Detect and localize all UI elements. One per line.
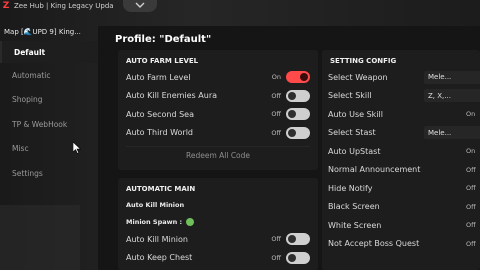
auto-second-sea-toggle[interactable] [286, 108, 310, 121]
setting-row-auto-upstast[interactable]: Auto UpStast On [322, 142, 480, 161]
setting-row-select-weapon: Select Weapon Mele... [322, 68, 480, 87]
toggle-row-auto-farm-level: Auto Farm Level On [118, 68, 318, 87]
auto-kill-enemies-aura-toggle[interactable] [286, 89, 310, 102]
toggle-label: Auto Keep Chest [126, 253, 193, 263]
setting-label: Select Skill [328, 91, 372, 101]
minion-spawn-label: Minion Spawn : [126, 217, 183, 226]
toggle-label: Auto Farm Level [126, 72, 191, 82]
auto-farm-section: AUTO FARM LEVEL Auto Farm Level On Auto … [118, 50, 318, 170]
toggle-ui-button[interactable] [123, 0, 157, 12]
toggle-label: Auto Kill Minion [126, 234, 188, 244]
sidebar-item-settings[interactable]: Settings [0, 161, 98, 186]
setting-label: Not Accept Boss Quest [328, 239, 420, 249]
auto-farm-level-toggle[interactable] [286, 71, 310, 84]
toggle-state: Off [271, 91, 281, 100]
sidebar-item-tp-webhook[interactable]: TP & WebHook [0, 112, 98, 137]
setting-row-black-screen[interactable]: Black Screen Off [322, 198, 480, 217]
select-weapon-dropdown[interactable]: Mele... [424, 70, 480, 84]
toggle-row-auto-third-world: Auto Third World Off [118, 124, 318, 143]
toggle-label: Auto Kill Enemies Aura [126, 91, 218, 101]
toggle-row-auto-second-sea: Auto Second Sea Off [118, 105, 318, 124]
toggle-row-auto-keep-chest: Auto Keep Chest Off [118, 249, 318, 268]
setting-label: Hide Notify [328, 183, 373, 193]
select-skill-dropdown[interactable]: Z, X,... [424, 89, 480, 103]
auto-kill-minion-toggle[interactable] [286, 233, 310, 246]
status-dot-icon [186, 217, 195, 226]
mouse-cursor-icon [73, 142, 81, 154]
setting-config-section: SETTING CONFIG Select Weapon Mele... Sel… [322, 50, 480, 270]
setting-row-select-skill: Select Skill Z, X,... [322, 87, 480, 106]
toggle-state: On [466, 147, 476, 156]
setting-row-auto-use-skill[interactable]: Auto Use Skill On [322, 105, 480, 124]
setting-label: Auto Use Skill [328, 109, 383, 119]
setting-row-select-stast: Select Stast Mele... [322, 124, 480, 143]
toggle-label: Auto Second Sea [126, 109, 195, 119]
sidebar-item-automatic[interactable]: Automatic [0, 63, 98, 88]
title-bar: Z Zee Hub | King Legacy Upda [0, 0, 140, 12]
map-label: Map [🌊UPD 9] King... [4, 28, 81, 36]
auto-third-world-toggle[interactable] [286, 126, 310, 139]
automatic-main-section: AUTOMATIC MAIN Auto Kill Minion Minion S… [118, 178, 318, 270]
toggle-state: Off [466, 184, 476, 193]
toggle-state: Off [271, 128, 281, 137]
app-title: Zee Hub | King Legacy Upda [14, 2, 114, 10]
toggle-state: Off [466, 239, 476, 248]
toggle-state: Off [466, 202, 476, 211]
toggle-state: Off [271, 253, 281, 262]
auto-keep-chest-toggle[interactable] [286, 251, 310, 264]
logo-icon: Z [2, 1, 10, 11]
setting-label: Auto UpStast [328, 146, 381, 156]
redeem-all-code-button[interactable]: Redeem All Code [126, 146, 310, 164]
setting-row-hide-notify[interactable]: Hide Notify Off [322, 179, 480, 198]
setting-row-white-screen[interactable]: White Screen Off [322, 216, 480, 235]
toggle-state: Off [466, 165, 476, 174]
setting-label: White Screen [328, 220, 382, 230]
select-stast-dropdown[interactable]: Mele... [424, 126, 480, 140]
sidebar: Default Automatic Shoping TP & WebHook M… [0, 41, 98, 186]
chevron-down-icon [135, 2, 145, 8]
toggle-label: Auto Third World [126, 128, 193, 138]
toggle-state: On [466, 110, 476, 119]
toggle-row-auto-kill-enemies-aura: Auto Kill Enemies Aura Off [118, 87, 318, 106]
toggle-state: Off [271, 235, 281, 244]
section-header: AUTO FARM LEVEL [126, 57, 199, 65]
toggle-state: Off [271, 110, 281, 119]
toggle-row-auto-kill-minion: Auto Kill Minion Off [118, 230, 318, 249]
page-title: Profile: "Default" [115, 34, 212, 45]
main-panel: Profile: "Default" AUTO FARM LEVEL Auto … [98, 26, 480, 270]
sidebar-item-shoping[interactable]: Shoping [0, 88, 98, 113]
sidebar-item-misc[interactable]: Misc [0, 137, 98, 162]
setting-label: Select Stast [328, 128, 376, 138]
background-object [0, 205, 80, 270]
minion-spawn-status: Minion Spawn : [118, 213, 318, 230]
kill-minion-label: Auto Kill Minion [126, 200, 185, 209]
section-header: SETTING CONFIG [330, 57, 397, 65]
setting-label: Normal Announcement [328, 165, 421, 175]
setting-label: Black Screen [328, 202, 380, 212]
setting-row-normal-announcement[interactable]: Normal Announcement Off [322, 161, 480, 180]
setting-label: Select Weapon [328, 72, 388, 82]
setting-row-not-accept-boss-quest[interactable]: Not Accept Boss Quest Off [322, 235, 480, 254]
toggle-state: On [271, 73, 281, 82]
toggle-state: Off [466, 221, 476, 230]
section-header: AUTOMATIC MAIN [126, 185, 196, 193]
sidebar-item-default[interactable]: Default [0, 41, 98, 63]
